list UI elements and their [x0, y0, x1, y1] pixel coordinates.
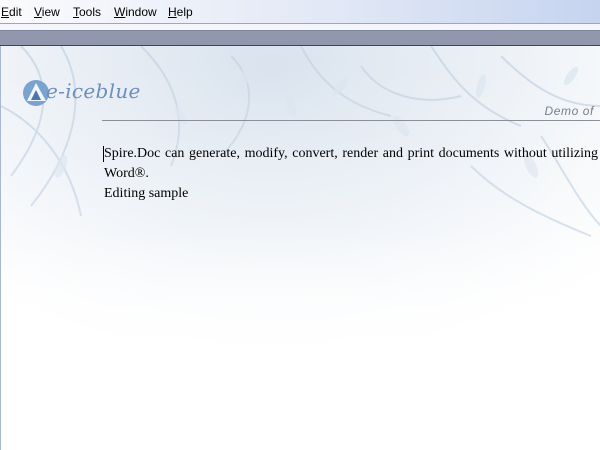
menu-window-rest: indow	[125, 5, 157, 19]
menu-help-rest: elp	[176, 5, 193, 19]
demo-label: Demo of	[544, 104, 594, 118]
menu-edit-rest: dit	[9, 5, 22, 19]
menu-view[interactable]: View	[34, 5, 60, 19]
document-editor[interactable]: e-iceblue Demo of Spire.Doc can generate…	[0, 46, 600, 450]
menu-bar: Edit View Tools Window Help	[0, 0, 600, 24]
document-body[interactable]: Spire.Doc can generate, modify, convert,…	[103, 144, 598, 204]
menu-window[interactable]: Window	[114, 5, 157, 19]
frosted-leaf-background	[1, 46, 600, 450]
ruler-bar	[0, 30, 600, 46]
logo-text: e-iceblue	[46, 79, 141, 103]
menu-tools[interactable]: Tools	[73, 5, 101, 19]
menu-help[interactable]: Help	[168, 5, 193, 19]
menu-edit[interactable]: Edit	[1, 5, 22, 19]
header-divider	[102, 120, 600, 121]
text-caret	[103, 146, 104, 162]
menu-tools-rest: ools	[79, 5, 102, 19]
paragraph-editing-sample[interactable]: Editing sample	[104, 184, 598, 204]
menu-view-rest: iew	[41, 5, 60, 19]
paragraph-description[interactable]: Spire.Doc can generate, modify, convert,…	[104, 144, 598, 184]
